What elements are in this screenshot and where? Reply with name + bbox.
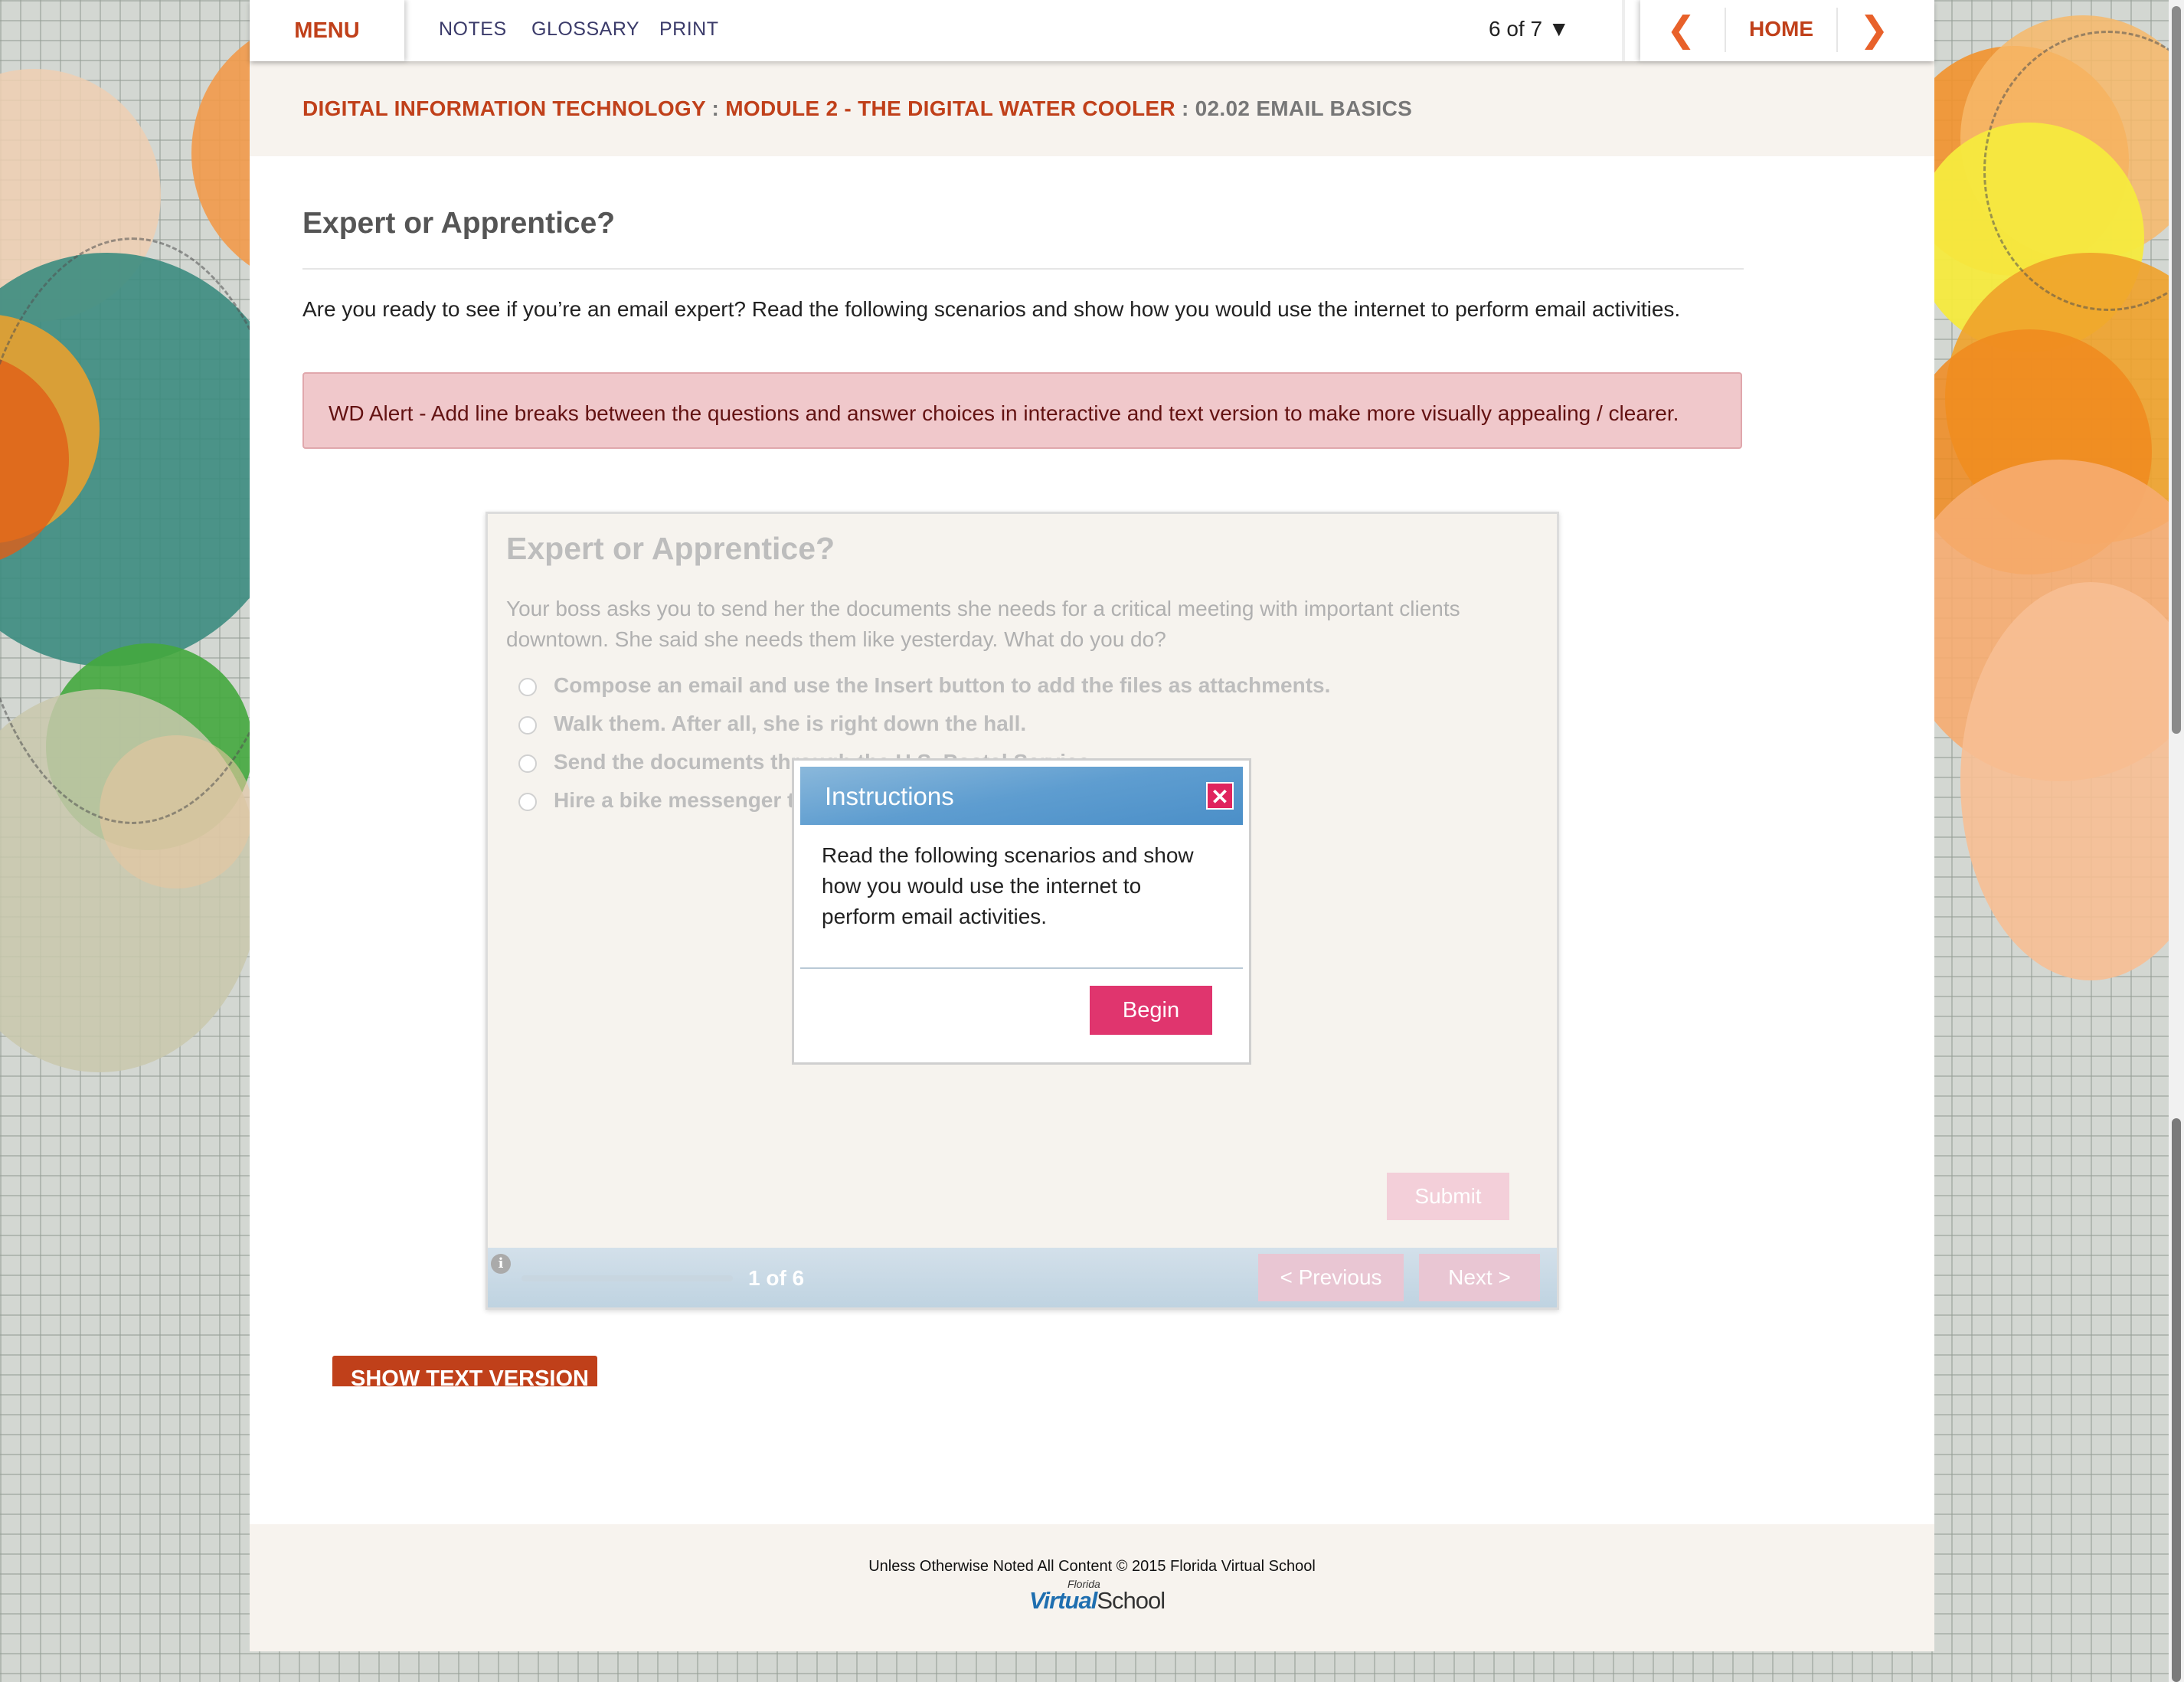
progress-count: 1 of 6	[748, 1266, 805, 1290]
home-link[interactable]: HOME	[1749, 17, 1813, 41]
quiz-scenario: Your boss asks you to send her the docum…	[506, 597, 1460, 651]
scrollbar-thumb[interactable]	[2172, 6, 2181, 734]
menu-button[interactable]: MENU	[250, 0, 404, 61]
breadcrumb: DIGITAL INFORMATION TECHNOLOGY : MODULE …	[302, 97, 1412, 121]
copyright-text: Unless Otherwise Noted All Content © 201…	[868, 1558, 1316, 1575]
logo-school-text: School	[1097, 1587, 1166, 1614]
alert-text: WD Alert - Add line breaks between the q…	[329, 401, 1679, 425]
top-navigation-bar: MENU NOTES GLOSSARY PRINT 6 of 7 ▼ ❮ HOM…	[250, 0, 1934, 61]
radio-button[interactable]	[518, 792, 537, 811]
nav-divider	[1622, 0, 1625, 61]
scrollbar-thumb-lower[interactable]	[2172, 1118, 2181, 1682]
show-text-version-label: SHOW TEXT VERSION	[351, 1366, 589, 1386]
page-container: MENU NOTES GLOSSARY PRINT 6 of 7 ▼ ❮ HOM…	[250, 0, 1934, 1651]
choice-label: Compose an email and use the Insert butt…	[554, 673, 1331, 697]
quiz-footer: i 1 of 6 < Previous Next >	[488, 1248, 1557, 1307]
glossary-link[interactable]: GLOSSARY	[531, 18, 639, 41]
show-text-version-button[interactable]: SHOW TEXT VERSION	[332, 1356, 597, 1386]
radio-button[interactable]	[518, 677, 537, 696]
print-link[interactable]: PRINT	[659, 18, 719, 41]
quiz-title: Expert or Apprentice?	[506, 531, 835, 566]
title-divider	[302, 268, 1744, 270]
choice-label: Walk them. After all, she is right down …	[554, 712, 1027, 735]
progress-bar	[521, 1275, 733, 1281]
modal-header: Instructions ✕	[800, 767, 1243, 825]
breadcrumb-module[interactable]: MODULE 2 - THE DIGITAL WATER COOLER	[725, 97, 1175, 120]
page-title: Expert or Apprentice?	[302, 207, 616, 240]
notes-link[interactable]: NOTES	[439, 18, 507, 41]
instructions-modal: Instructions ✕ Read the following scenar…	[792, 758, 1251, 1065]
answer-choice[interactable]: Walk them. After all, she is right down …	[518, 712, 1026, 736]
close-icon[interactable]: ✕	[1206, 782, 1234, 810]
logo-virtual-text: Virtual	[1029, 1587, 1097, 1614]
nav-divider	[1836, 8, 1838, 52]
intro-text: Are you ready to see if you’re an email …	[302, 297, 1681, 321]
info-icon[interactable]: i	[491, 1254, 511, 1274]
page-counter-dropdown[interactable]: 6 of 7 ▼	[1489, 17, 1570, 41]
modal-divider	[800, 967, 1243, 969]
breadcrumb-separator: :	[1175, 97, 1195, 120]
florida-virtual-school-logo: Florida VirtualSchool	[1029, 1578, 1166, 1616]
submit-button[interactable]: Submit	[1387, 1173, 1509, 1220]
begin-button[interactable]: Begin	[1090, 986, 1212, 1035]
breadcrumb-separator: :	[705, 97, 726, 120]
breadcrumb-course[interactable]: DIGITAL INFORMATION TECHNOLOGY	[302, 97, 705, 120]
breadcrumb-lesson: 02.02 EMAIL BASICS	[1195, 97, 1413, 120]
radio-button[interactable]	[518, 715, 537, 735]
wd-alert-box: WD Alert - Add line breaks between the q…	[302, 372, 1742, 449]
chevron-left-icon[interactable]: ❮	[1666, 9, 1696, 49]
next-button[interactable]: Next >	[1419, 1254, 1540, 1301]
answer-choice[interactable]: Compose an email and use the Insert butt…	[518, 673, 1330, 698]
modal-body-text: Read the following scenarios and show ho…	[822, 843, 1194, 928]
modal-title: Instructions	[825, 782, 954, 810]
previous-button[interactable]: < Previous	[1258, 1254, 1404, 1301]
radio-button[interactable]	[518, 754, 537, 773]
nav-divider	[1725, 8, 1726, 52]
chevron-right-icon[interactable]: ❯	[1859, 9, 1889, 49]
